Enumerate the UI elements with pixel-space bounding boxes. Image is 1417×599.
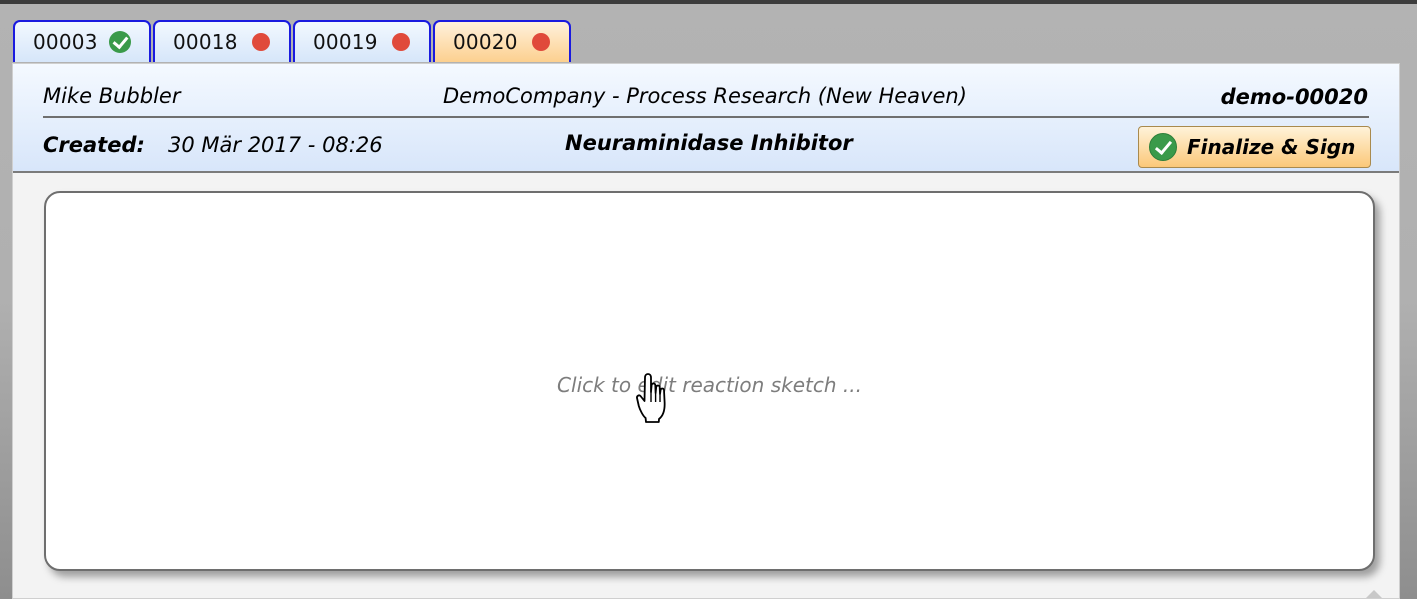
tab-00018[interactable]: 00018 <box>153 20 291 62</box>
experiment-id: demo-00020 <box>1220 85 1368 109</box>
experiment-title: Neuraminidase Inhibitor <box>565 131 853 155</box>
tab-label: 00020 <box>453 30 518 54</box>
red-dot-icon <box>391 33 410 51</box>
company-name: DemoCompany - Process Research (New Heav… <box>443 84 967 108</box>
finalize-sign-label: Finalize & Sign <box>1187 135 1356 159</box>
tab-label: 00003 <box>33 30 98 54</box>
check-circle-icon <box>1149 133 1177 161</box>
scroll-up-icon[interactable] <box>1366 590 1382 598</box>
reaction-sketch-area[interactable]: Click to edit reaction sketch ... <box>44 191 1375 571</box>
sketch-placeholder: Click to edit reaction sketch ... <box>557 373 862 397</box>
created-date: 30 Mär 2017 - 08:26 <box>168 133 383 157</box>
header-divider <box>43 116 1369 118</box>
hand-pointer-icon <box>636 373 666 423</box>
check-circle-icon <box>108 31 131 53</box>
tab-label: 00019 <box>313 30 378 54</box>
red-dot-icon <box>531 33 550 51</box>
tab-label: 00018 <box>173 30 238 54</box>
red-dot-icon <box>251 33 270 51</box>
tab-00020[interactable]: 00020 <box>433 20 571 62</box>
created-label: Created: <box>43 133 145 157</box>
tab-00019[interactable]: 00019 <box>293 20 431 62</box>
window-top-border <box>0 0 1417 4</box>
tab-00003[interactable]: 00003 <box>13 20 151 62</box>
finalize-sign-button[interactable]: Finalize & Sign <box>1138 126 1371 168</box>
user-name: Mike Bubbler <box>43 84 181 108</box>
experiment-panel: Mike Bubbler DemoCompany - Process Resea… <box>12 63 1400 599</box>
experiment-header: Mike Bubbler DemoCompany - Process Resea… <box>13 64 1399 173</box>
